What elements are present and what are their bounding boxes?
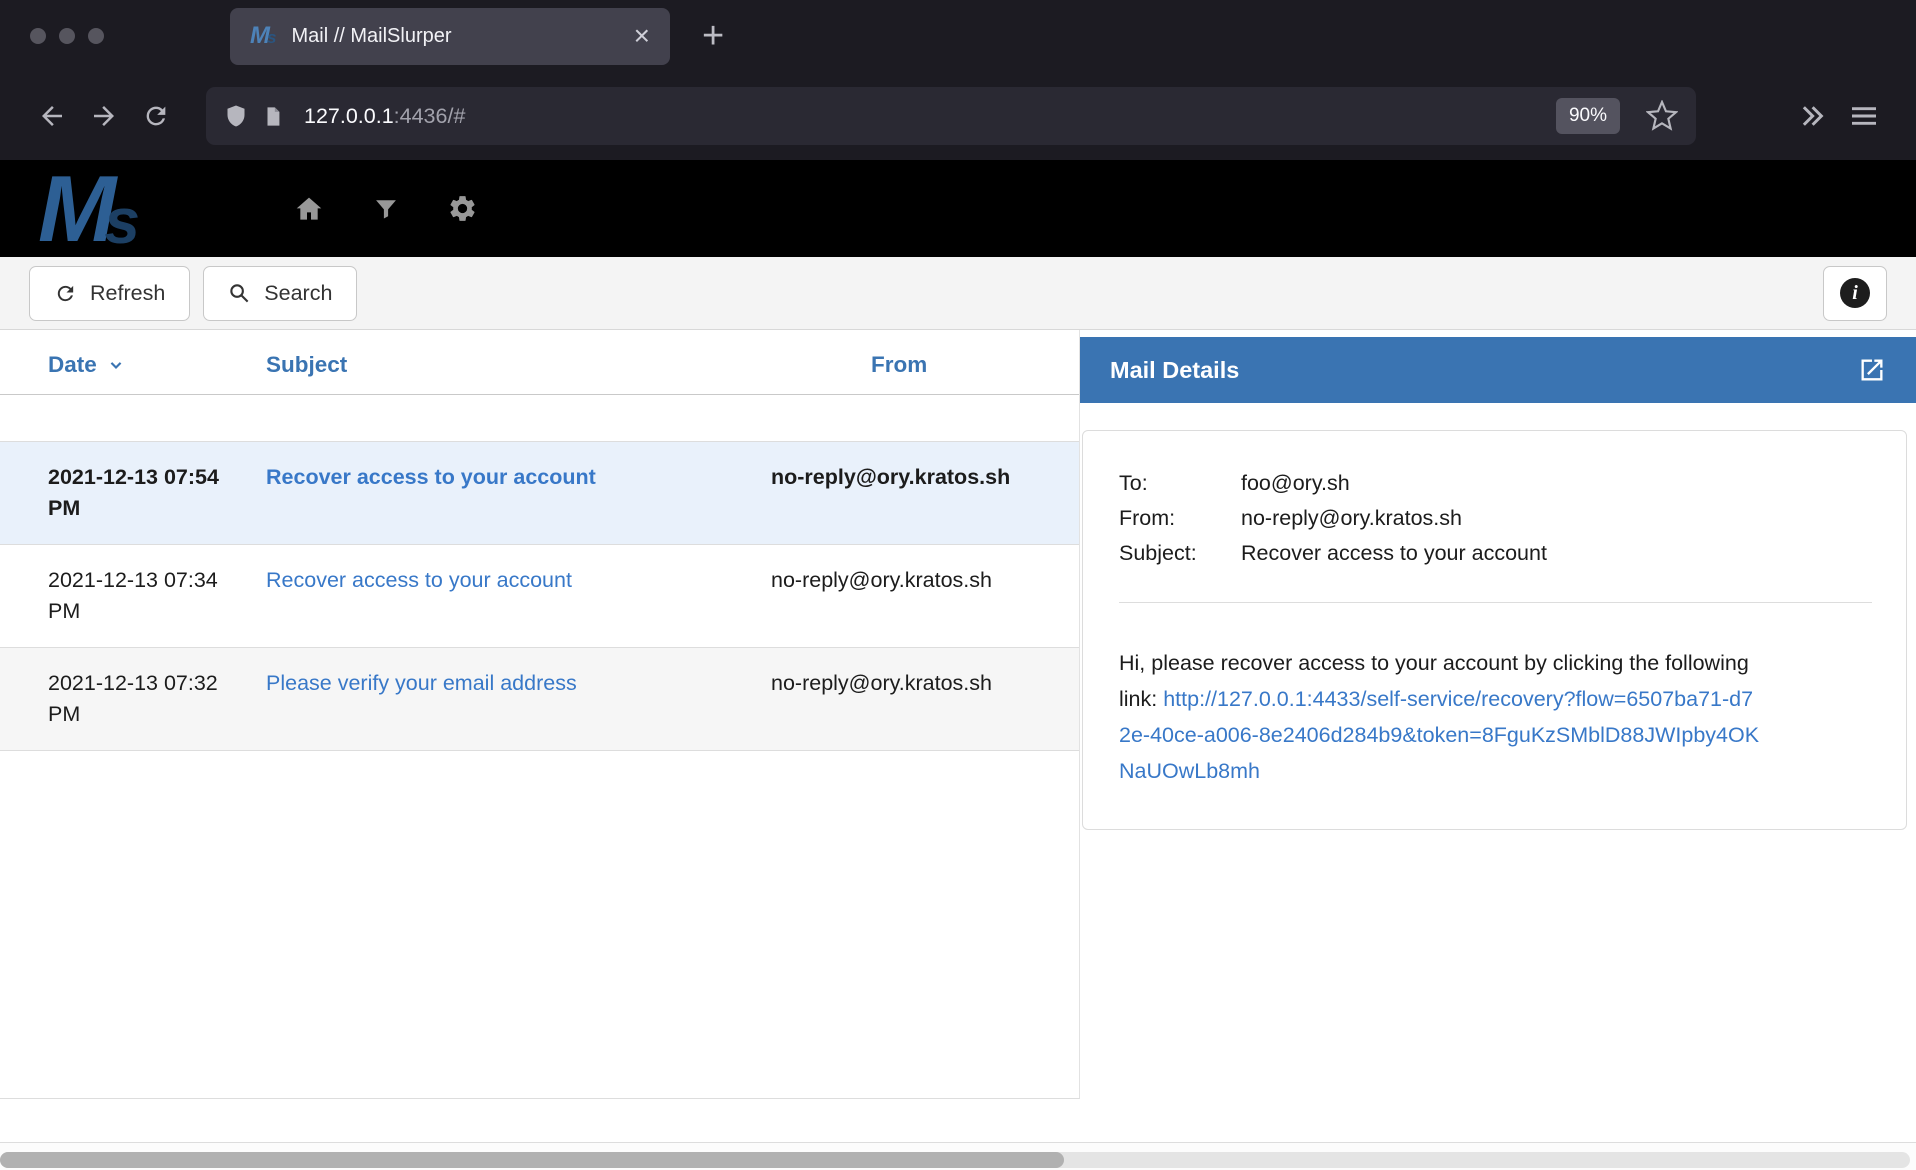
to-label: To: [1119, 471, 1241, 496]
mailslurper-favicon: Ms [250, 24, 276, 48]
mail-subject-link[interactable]: Please verify your email address [266, 671, 577, 695]
refresh-label: Refresh [90, 281, 165, 306]
info-button[interactable]: i [1823, 266, 1887, 321]
browser-titlebar: Ms Mail // MailSlurper × + [0, 0, 1916, 72]
table-row[interactable]: 2021-12-13 07:34 PM Recover access to yo… [0, 545, 1079, 648]
url-host: 127.0.0.1 [304, 104, 394, 128]
window-control-maximize[interactable] [88, 28, 104, 44]
browser-navbar: 127.0.0.1:4436/# 90% [0, 72, 1916, 160]
sort-chevron-down-icon [106, 355, 126, 375]
browser-tab[interactable]: Ms Mail // MailSlurper × [230, 8, 670, 65]
home-icon[interactable] [293, 193, 325, 225]
filter-icon[interactable] [372, 195, 400, 223]
mail-from: no-reply@ory.kratos.sh [771, 462, 1079, 524]
mail-date: 2021-12-13 07:32 PM [0, 668, 266, 730]
window-controls [30, 28, 104, 44]
mail-subject-link[interactable]: Recover access to your account [266, 568, 572, 592]
mail-meta: To: foo@ory.sh From: no-reply@ory.kratos… [1119, 471, 1872, 566]
mail-list-header: Date Subject From [0, 330, 1079, 395]
search-label: Search [264, 281, 332, 306]
site-info-page-icon[interactable] [262, 104, 284, 129]
tab-title: Mail // MailSlurper [291, 25, 618, 48]
card-divider [1119, 602, 1872, 603]
external-link-icon[interactable] [1858, 356, 1886, 384]
horizontal-scrollbar-track[interactable] [0, 1152, 1910, 1168]
overflow-chevrons-icon[interactable] [1786, 90, 1838, 142]
column-header-from[interactable]: From [771, 352, 1079, 378]
subject-value: Recover access to your account [1241, 541, 1872, 566]
mailslurper-header: M s [0, 160, 1916, 257]
table-row[interactable]: 2021-12-13 07:32 PM Please verify your e… [0, 648, 1079, 751]
app-toolbar: Refresh Search i [0, 257, 1916, 330]
table-row[interactable]: 2021-12-13 07:54 PM Recover access to yo… [0, 442, 1079, 545]
search-icon [228, 282, 251, 305]
mail-details-card: To: foo@ory.sh From: no-reply@ory.kratos… [1082, 430, 1907, 830]
window-control-close[interactable] [30, 28, 46, 44]
reload-icon[interactable] [130, 90, 182, 142]
new-tab-button[interactable]: + [702, 17, 724, 55]
logo-letter-s: s [104, 197, 140, 247]
column-header-date-label: Date [48, 352, 97, 378]
url-bar[interactable]: 127.0.0.1:4436/# 90% [206, 87, 1696, 145]
mail-from: no-reply@ory.kratos.sh [771, 668, 1079, 730]
mail-body-text: Hi, please recover access to your accoun… [1119, 645, 1764, 789]
browser-window: Ms Mail // MailSlurper × + 127.0.0.1:443… [0, 0, 1916, 1170]
back-icon[interactable] [26, 90, 78, 142]
to-value: foo@ory.sh [1241, 471, 1872, 496]
mailslurper-logo: M s [38, 170, 233, 247]
mail-from: no-reply@ory.kratos.sh [771, 565, 1079, 627]
settings-gear-icon[interactable] [447, 193, 478, 224]
horizontal-scrollbar-thumb[interactable] [0, 1152, 1064, 1168]
forward-icon[interactable] [78, 90, 130, 142]
search-button[interactable]: Search [203, 266, 357, 321]
bottom-scroll-area [0, 1142, 1916, 1170]
mail-date: 2021-12-13 07:34 PM [0, 565, 266, 627]
refresh-button[interactable]: Refresh [29, 266, 190, 321]
url-port-path: :4436/# [394, 104, 466, 128]
column-header-date[interactable]: Date [0, 352, 266, 378]
from-value: no-reply@ory.kratos.sh [1241, 506, 1872, 531]
main-content: Date Subject From 2021-12-13 07:54 PM Re… [0, 330, 1916, 1142]
app-nav-icons [293, 193, 478, 225]
url-text: 127.0.0.1:4436/# [304, 104, 465, 129]
mail-details-title: Mail Details [1110, 357, 1239, 384]
mail-list-panel: Date Subject From 2021-12-13 07:54 PM Re… [0, 330, 1080, 1099]
mail-details-header: Mail Details [1080, 337, 1916, 403]
tab-close-icon[interactable]: × [634, 22, 650, 50]
window-control-minimize[interactable] [59, 28, 75, 44]
mail-rows: 2021-12-13 07:54 PM Recover access to yo… [0, 441, 1079, 751]
mail-subject-link[interactable]: Recover access to your account [266, 465, 596, 489]
bookmark-star-icon[interactable] [1646, 100, 1678, 132]
recovery-link[interactable]: http://127.0.0.1:4433/self-service/recov… [1119, 687, 1759, 783]
mail-details-panel: Mail Details To: foo@ory.sh From: no-rep… [1080, 330, 1916, 1142]
from-label: From: [1119, 506, 1241, 531]
mail-date: 2021-12-13 07:54 PM [0, 462, 266, 524]
zoom-level-badge[interactable]: 90% [1556, 98, 1620, 134]
hamburger-menu-icon[interactable] [1838, 90, 1890, 142]
shield-icon[interactable] [224, 103, 248, 129]
subject-label: Subject: [1119, 541, 1241, 566]
refresh-icon [54, 282, 77, 305]
info-icon: i [1840, 278, 1870, 308]
column-header-subject[interactable]: Subject [266, 352, 771, 378]
